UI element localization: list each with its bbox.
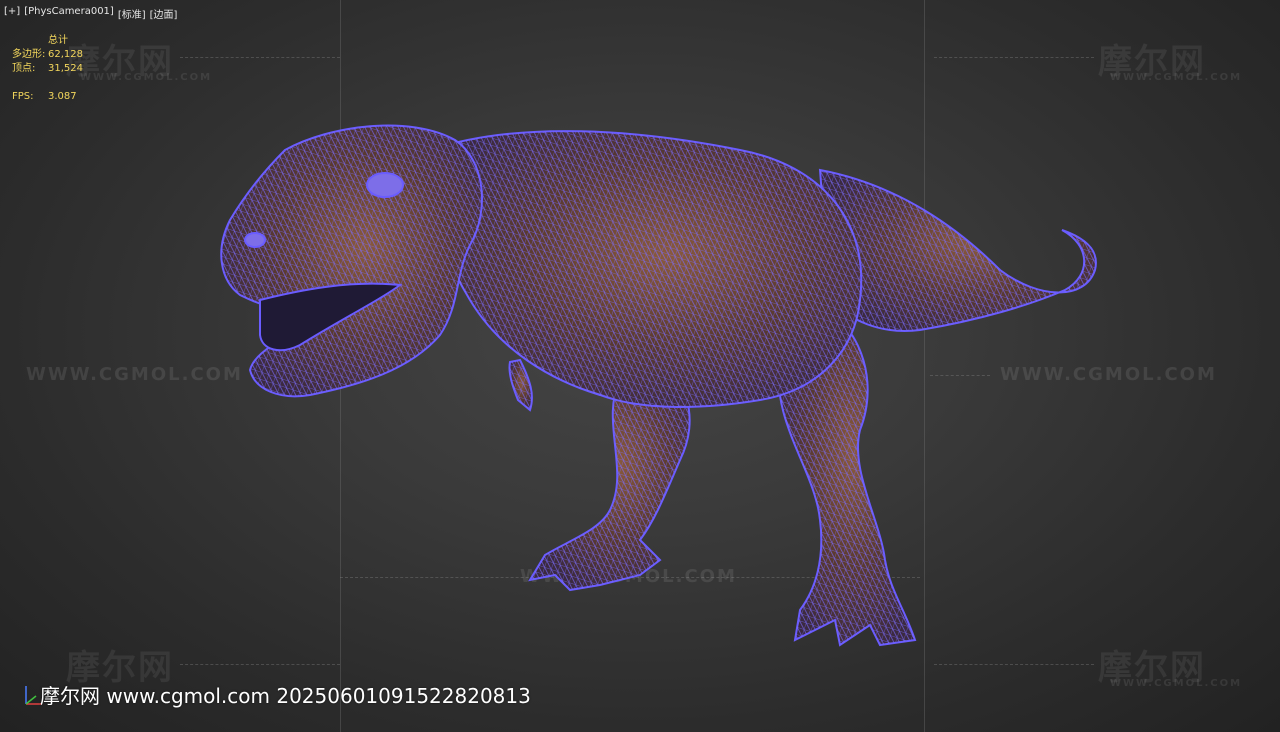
viewport-general-menu[interactable]: [+] [4, 6, 20, 21]
viewport-camera-menu[interactable]: [PhysCamera001] [24, 6, 114, 21]
3d-viewport[interactable]: 摩尔网 WWW.CGMOL.COM 摩尔网 WWW.CGMOL.COM 摩尔网 … [0, 0, 1280, 732]
viewport-display-menu[interactable]: [边面] [150, 6, 178, 21]
trex-body [220, 124, 1097, 647]
vertices-label: 顶点: [12, 63, 36, 74]
polygons-value: 62,128 [48, 49, 83, 60]
viewport-label-menu[interactable]: [+] [PhysCamera001] [标准] [边面] [4, 6, 177, 21]
footer-watermark-text: 摩尔网 www.cgmol.com 20250601091522820813 [40, 684, 531, 708]
trex-wireframe-model[interactable] [0, 0, 1280, 732]
fps-value: 3.087 [48, 91, 77, 102]
viewport-shading-menu[interactable]: [标准] [118, 6, 146, 21]
vertices-value: 31,524 [48, 63, 83, 74]
polygons-label: 多边形: [12, 49, 46, 60]
viewport-statistics: 总计 多边形: 62,128 顶点: 31,524 FPS: 3.087 [12, 34, 108, 104]
stats-header: 总计 [48, 35, 68, 46]
fps-label: FPS: [12, 91, 34, 102]
